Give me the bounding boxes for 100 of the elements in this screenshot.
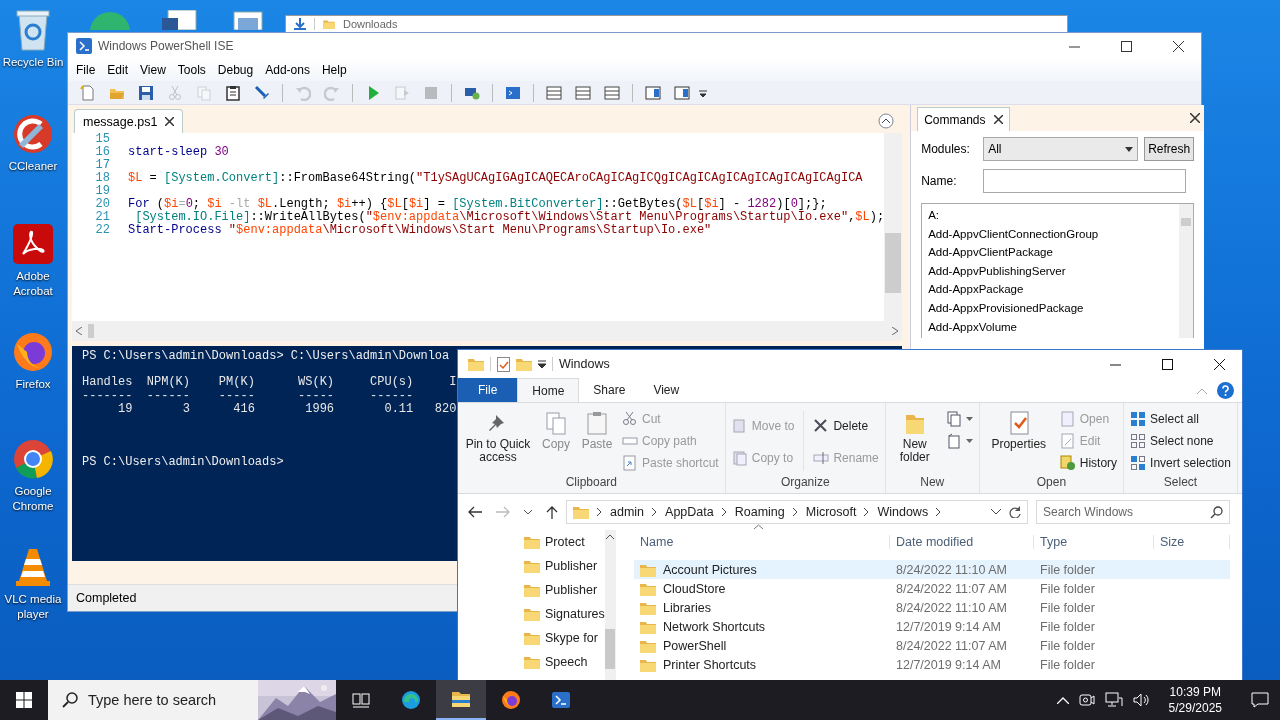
close-button[interactable] (1190, 112, 1201, 126)
modules-dropdown[interactable]: All (983, 137, 1139, 161)
command-list-item[interactable]: Add-AppvClientPackage (928, 243, 1174, 262)
camera-icon[interactable] (1078, 692, 1095, 708)
browser-icon[interactable] (11, 437, 55, 481)
up-icon[interactable] (546, 505, 558, 519)
command-list-item[interactable]: A: (928, 206, 1174, 225)
menu-item[interactable]: View (134, 63, 172, 77)
scroll-right-icon[interactable] (892, 327, 899, 335)
column-header[interactable]: Date modified (890, 535, 1034, 549)
breadcrumb[interactable]: Windows (877, 505, 929, 519)
folder-icon (524, 655, 540, 669)
ribbon-button[interactable]: Invert selection (1127, 453, 1234, 473)
breadcrumb[interactable]: admin (610, 505, 645, 519)
file-row[interactable]: Account Pictures 8/24/2022 11:10 AM File folder (634, 560, 1230, 579)
file-row[interactable]: Libraries 8/24/2022 11:10 AM File folder (634, 598, 1230, 617)
network-icon[interactable] (1104, 692, 1123, 708)
breadcrumb[interactable]: AppData (665, 505, 714, 519)
broom-icon[interactable] (11, 112, 55, 156)
ribbon-tab[interactable]: Home (517, 378, 580, 402)
menu-item[interactable]: Debug (211, 63, 260, 77)
column-header[interactable]: Size (1154, 535, 1230, 549)
ribbon-button[interactable]: Properties (982, 407, 1055, 451)
commands-tab[interactable]: Commands (917, 107, 1010, 131)
taskbar-app-button[interactable] (436, 680, 486, 720)
menu-item[interactable]: Add-ons (259, 63, 316, 77)
desktop-icon-label[interactable]: VLC media player (1, 592, 65, 622)
search-field[interactable]: Type here to search (48, 680, 336, 720)
navigation-item[interactable]: Protect (524, 530, 605, 554)
column-header[interactable]: Name (634, 535, 890, 549)
file-row[interactable]: CloudStore 8/24/2022 11:07 AM File folder (634, 579, 1230, 598)
command-list-item[interactable]: Add-AppxProvisionedPackage (928, 298, 1174, 318)
desktop-icon-label[interactable]: Google Chrome (1, 484, 65, 514)
folder-icon (640, 600, 656, 615)
navigation-item[interactable]: Skype for (524, 626, 605, 650)
navigation-item[interactable]: Speech (524, 650, 605, 674)
command-list-item[interactable]: Add-AppvClientConnectionGroup (928, 224, 1174, 244)
address-bar[interactable]: admin AppData Roaming Microsoft Windows (566, 500, 1028, 524)
overflow-icon[interactable] (699, 87, 707, 98)
script-editor[interactable] (72, 133, 903, 321)
command-list-item[interactable]: Add-AppvPublishingServer (928, 261, 1174, 281)
document-app-icon[interactable] (11, 222, 55, 266)
file-row[interactable]: PowerShell 8/24/2022 11:07 AM File folder (634, 636, 1230, 655)
file-row[interactable]: Network Shortcuts 12/7/2019 9:14 AM File folder (634, 617, 1230, 636)
ribbon-group-label: Clipboard (564, 475, 619, 491)
navigation-item[interactable]: Signatures (524, 602, 605, 626)
dropdown-arrow-icon[interactable] (538, 360, 546, 368)
scrollbar-thumb[interactable] (885, 233, 902, 293)
close-icon[interactable] (165, 117, 175, 126)
folder-icon (573, 505, 589, 519)
menu-item[interactable]: Tools (171, 63, 212, 77)
name-field[interactable] (983, 169, 1187, 193)
ribbon-button[interactable]: Select all (1127, 409, 1234, 429)
ribbon-tab[interactable]: File (458, 378, 518, 402)
redo-icon (324, 84, 340, 101)
scroll-up-icon[interactable] (606, 534, 615, 539)
column-header[interactable]: Type (1034, 535, 1154, 549)
ribbon-button[interactable]: Delete (810, 416, 882, 436)
menu-item[interactable]: Help (315, 63, 353, 77)
scrollbar-thumb[interactable] (88, 324, 94, 338)
desktop-icon-label[interactable]: CCleaner (8, 159, 58, 174)
breadcrumb[interactable]: Microsoft (805, 505, 857, 519)
volume-icon[interactable] (1132, 692, 1151, 708)
menu-item[interactable]: Edit (101, 63, 135, 77)
back-icon[interactable] (468, 506, 482, 518)
command-list-item[interactable]: Add-AppxVolume (928, 317, 1174, 337)
word-document-icon[interactable] (160, 10, 200, 30)
chevron-up-icon[interactable] (1056, 696, 1069, 704)
scroll-left-icon[interactable] (76, 327, 82, 335)
desktop-icon-label[interactable]: Adobe Acrobat (1, 269, 65, 299)
menu-item[interactable]: File (70, 63, 102, 77)
desktop-icon-label[interactable]: Firefox (15, 377, 51, 392)
close-icon (1172, 40, 1184, 52)
recent-locations-icon[interactable] (524, 509, 532, 515)
file-row[interactable]: Printer Shortcuts 12/7/2019 9:14 AM File folder (634, 655, 1230, 674)
ribbon-button[interactable]: Pin to Quick access (461, 407, 535, 464)
ribbon-button[interactable]: Select none (1127, 431, 1234, 451)
breadcrumb[interactable]: Roaming (734, 505, 785, 519)
refresh-button[interactable]: Refresh (1144, 137, 1195, 161)
properties-icon[interactable] (497, 356, 510, 372)
collapse-icon[interactable] (878, 113, 895, 129)
document-icon (945, 433, 962, 449)
ribbon-button[interactable]: History (1056, 453, 1121, 473)
script-tab[interactable]: message.ps1 (74, 109, 184, 133)
desktop-icon-label[interactable]: Recycle Bin (2, 55, 64, 70)
navigation-item[interactable]: Publisher (524, 554, 605, 578)
fox-globe-icon[interactable] (11, 330, 55, 374)
ribbon-tab[interactable]: View (639, 378, 694, 402)
clock-date[interactable]: 5/29/2025 (1168, 700, 1222, 716)
ribbon-button[interactable]: New folder (888, 407, 941, 464)
ribbon-tab[interactable]: Share (579, 378, 640, 402)
help-icon[interactable] (1217, 382, 1234, 399)
refresh-icon[interactable] (1009, 506, 1021, 518)
search-field[interactable]: Search Windows (1036, 500, 1230, 524)
navigation-item[interactable]: Publisher (524, 578, 605, 602)
clock-time[interactable]: 10:39 PM (1169, 684, 1221, 700)
scrollbar-thumb[interactable] (1181, 218, 1192, 226)
command-list-item[interactable]: Add-AppxPackage (928, 280, 1174, 299)
scrollbar[interactable] (1179, 204, 1194, 338)
scrollbar-thumb[interactable] (605, 629, 616, 669)
